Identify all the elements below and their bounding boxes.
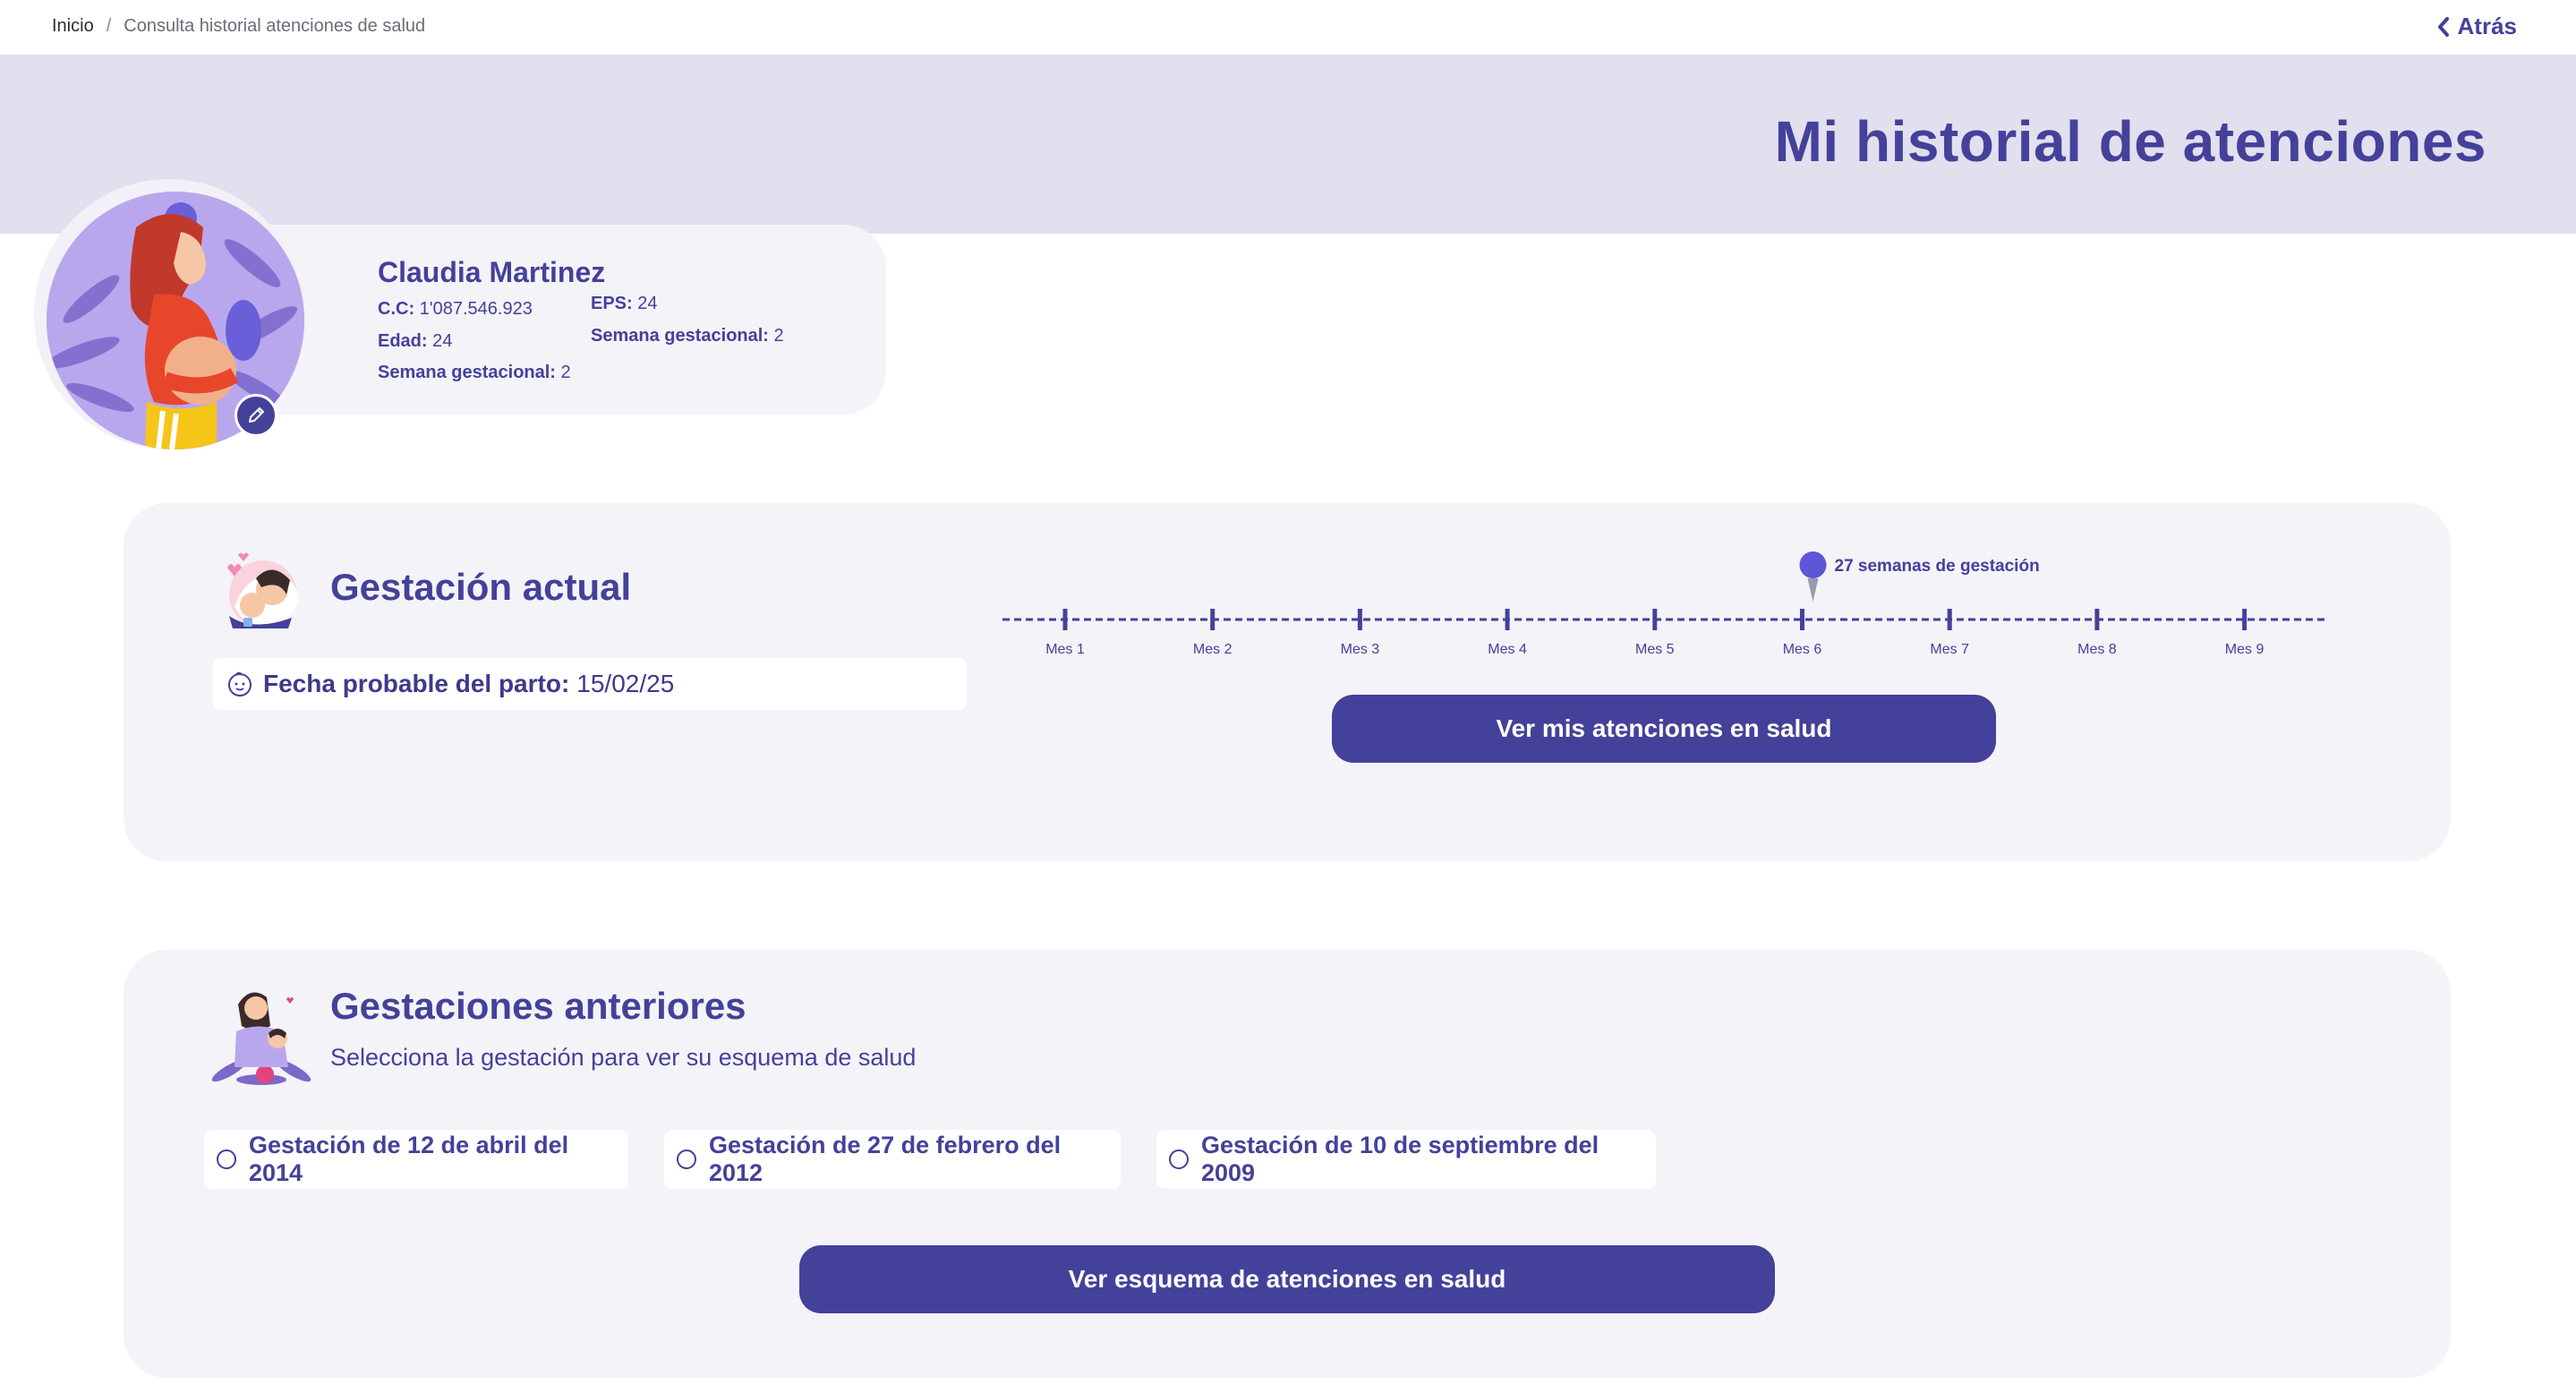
pregnancy-option-label: Gestación de 12 de abril del 2014 xyxy=(249,1132,569,1186)
timeline-month-label: Mes 4 xyxy=(1488,642,1527,657)
current-pregnancy-title: Gestación actual xyxy=(330,566,632,608)
timeline-tick xyxy=(2242,609,2248,630)
view-my-care-button[interactable]: Ver mis atenciones en salud xyxy=(1332,695,1996,763)
radio-button[interactable] xyxy=(677,1149,696,1169)
breadcrumb-separator: / xyxy=(106,16,112,36)
due-date-value: 15/02/25 xyxy=(576,670,675,697)
chevron-left-icon xyxy=(2437,16,2449,37)
timeline-month-label: Mes 2 xyxy=(1193,642,1233,657)
pencil-icon xyxy=(249,407,264,423)
timeline-month-label: Mes 7 xyxy=(1930,642,1969,657)
timeline-tick xyxy=(1800,609,1804,630)
gestation-timeline: Mes 1 Mes 2 Mes 3 Mes 4 Mes 5 Mes 6 Mes 7 Mes 8… xyxy=(1002,551,2325,657)
breadcrumb: Inicio / Consulta historial atenciones de … xyxy=(52,16,425,37)
top-bar: Inicio / Consulta historial atenciones de … xyxy=(0,0,2576,55)
edit-profile-button[interactable] xyxy=(235,394,277,437)
pregnancy-option-2012[interactable]: Gestación de 27 de febrero del 2012 xyxy=(664,1130,1121,1189)
pregnancy-option-label: Gestación de 10 de septiembre del 2009 xyxy=(1201,1132,1599,1186)
timeline-tick xyxy=(1652,609,1658,630)
page-title: Mi historial de atenciones xyxy=(1774,109,2486,174)
mother-hug-illustration xyxy=(211,992,311,1085)
back-label: Atrás xyxy=(2457,13,2517,39)
baby-face-icon xyxy=(228,671,252,696)
age-label: Edad: xyxy=(378,331,428,351)
eps-label: EPS: xyxy=(591,294,633,313)
radio-button[interactable] xyxy=(1169,1149,1189,1169)
due-date-box: Fecha probable del parto: 15/02/25 xyxy=(213,658,967,710)
pregnancy-option-label: Gestación de 27 de febrero del 2012 xyxy=(709,1132,1062,1186)
timeline-ticks: Mes 1 Mes 2 Mes 3 Mes 4 Mes 5 Mes 6 Mes 7 Mes 8… xyxy=(1045,609,2264,657)
mother-baby-illustration xyxy=(227,552,299,628)
timeline-tick xyxy=(1947,609,1952,630)
timeline-month-label: Mes 5 xyxy=(1635,642,1675,657)
week-label: Semana gestacional: xyxy=(378,363,556,382)
marker-stem xyxy=(1807,578,1819,602)
week2-value: 2 xyxy=(773,326,784,346)
back-button[interactable]: Atrás xyxy=(2436,13,2517,40)
breadcrumb-current: Consulta historial atenciones de salud xyxy=(124,16,426,36)
timeline-marker: 27 semanas de gestación xyxy=(1799,551,2040,602)
week2-label: Semana gestacional: xyxy=(591,326,769,346)
timeline-tick xyxy=(2094,609,2100,630)
timeline-month-label: Mes 3 xyxy=(1341,642,1380,657)
location-pin-icon xyxy=(1799,551,1827,578)
cc-value: 1'087.546.923 xyxy=(419,299,533,319)
marker-label: 27 semanas de gestación xyxy=(1835,557,2040,576)
timeline-month-label: Mes 8 xyxy=(2077,642,2117,657)
pregnancy-option-2009[interactable]: Gestación de 10 de septiembre del 2009 xyxy=(1156,1130,1656,1189)
profile-name: Claudia Martinez xyxy=(378,256,606,288)
cc-label: C.C: xyxy=(378,299,415,319)
age-value: 24 xyxy=(432,331,453,351)
timeline-month-label: Mes 6 xyxy=(1783,642,1822,657)
profile-eps: EPS: 24 xyxy=(591,294,658,314)
timeline-tick xyxy=(1062,609,1068,630)
breadcrumb-home-link[interactable]: Inicio xyxy=(52,16,94,36)
timeline-tick xyxy=(1505,609,1510,630)
week-value: 2 xyxy=(560,363,571,382)
previous-pregnancies-title: Gestaciones anteriores xyxy=(330,985,746,1027)
timeline-month-label: Mes 9 xyxy=(2225,642,2265,657)
header-banner: Mi historial de atenciones xyxy=(0,55,2576,234)
timeline-tick xyxy=(1210,609,1215,630)
profile-card xyxy=(224,225,886,414)
timeline-month-label: Mes 1 xyxy=(1045,642,1085,657)
profile-age: Edad: 24 xyxy=(378,331,452,352)
radio-button[interactable] xyxy=(217,1149,236,1169)
due-date-label: Fecha probable del parto: xyxy=(263,670,570,697)
previous-pregnancies-subtitle: Selecciona la gestación para ver su esqu… xyxy=(330,1044,917,1071)
eps-value: 24 xyxy=(637,294,658,313)
profile-week-2: Semana gestacional: 2 xyxy=(591,326,784,346)
pregnancy-option-2014[interactable]: Gestación de 12 de abril del 2014 xyxy=(204,1130,628,1189)
profile-week: Semana gestacional: 2 xyxy=(378,363,571,383)
view-care-scheme-button[interactable]: Ver esquema de atenciones en salud xyxy=(799,1245,1775,1313)
profile-cc: C.C: 1'087.546.923 xyxy=(378,299,533,320)
timeline-tick xyxy=(1357,609,1362,630)
